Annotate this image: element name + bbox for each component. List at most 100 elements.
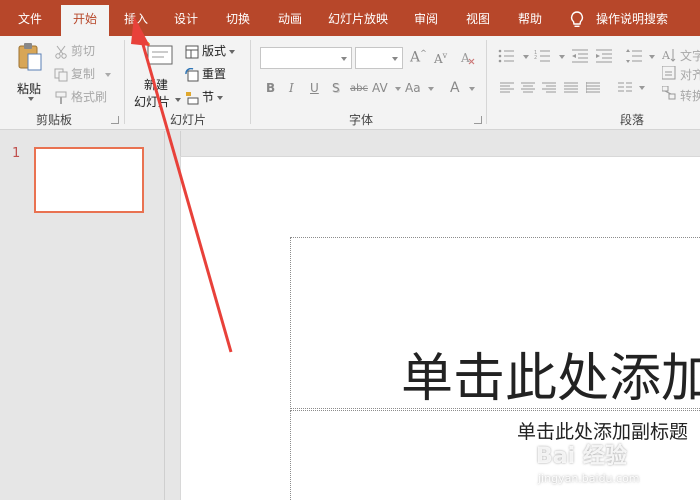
slide-thumbnail[interactable] — [34, 147, 144, 213]
font-name-dropdown-caret[interactable] — [341, 57, 347, 61]
reset-icon — [185, 67, 199, 81]
tab-insert[interactable]: 插入 — [114, 0, 158, 36]
watermark: Bai 经验 jingyan.baidu.com — [536, 438, 666, 494]
copy-label: 复制 — [71, 67, 96, 81]
distributed-icon[interactable] — [586, 82, 600, 94]
decrease-font-size-icon[interactable]: Av — [434, 51, 447, 66]
group-divider — [486, 40, 487, 124]
clear-formatting-icon[interactable]: A — [460, 50, 476, 66]
cut-button[interactable]: 剪切 — [54, 42, 95, 59]
align-left-icon[interactable] — [500, 82, 514, 94]
paste-dropdown-caret[interactable] — [28, 97, 34, 101]
tab-review[interactable]: 审阅 — [404, 0, 448, 36]
slide-number: 1 — [12, 146, 21, 161]
columns-dropdown-caret[interactable] — [639, 86, 645, 90]
copy-dropdown-caret[interactable] — [105, 72, 112, 77]
scissors-icon — [55, 45, 67, 59]
new-slide-dropdown-caret[interactable] — [175, 98, 181, 102]
tab-transitions[interactable]: 切换 — [216, 0, 260, 36]
paste-icon — [18, 43, 42, 71]
tab-slideshow[interactable]: 幻灯片放映 — [322, 0, 394, 36]
font-group-label: 字体 — [349, 113, 374, 127]
font-launcher[interactable] — [474, 116, 482, 124]
font-name-combo[interactable] — [260, 47, 352, 69]
convert-smartart-label[interactable]: 转换 — [680, 87, 700, 104]
copy-button[interactable]: 复制 — [54, 65, 112, 82]
lightbulb-icon[interactable] — [568, 10, 586, 30]
text-direction-label[interactable]: 文字 — [680, 47, 700, 64]
align-text-icon[interactable] — [662, 66, 676, 80]
svg-text:A: A — [662, 49, 671, 62]
character-spacing-button[interactable]: AV — [372, 81, 388, 95]
change-case-dropdown-caret[interactable] — [428, 87, 434, 91]
tell-me-search[interactable]: 操作说明搜索 — [596, 0, 668, 36]
ribbon: 粘贴 剪切 复制 格式刷 剪贴板 新建 幻灯片 版式 重置 节 幻灯片 A^ A… — [0, 36, 700, 130]
tab-design[interactable]: 设计 — [164, 0, 208, 36]
align-center-icon[interactable] — [521, 82, 535, 94]
tab-view[interactable]: 视图 — [456, 0, 500, 36]
svg-text:2: 2 — [534, 55, 537, 61]
change-case-button[interactable]: Aa — [405, 81, 421, 95]
new-slide-icon — [146, 42, 173, 65]
convert-smartart-icon[interactable] — [662, 86, 676, 100]
layout-label: 版式 — [202, 44, 227, 58]
numbering-dropdown-caret[interactable] — [559, 55, 565, 59]
group-divider — [250, 40, 251, 124]
text-direction-icon[interactable]: A — [662, 47, 676, 63]
format-painter-label: 格式刷 — [71, 90, 108, 104]
bold-button[interactable]: B — [266, 81, 275, 95]
clipboard-launcher[interactable] — [111, 116, 119, 124]
paragraph-group-label: 段落 — [620, 113, 645, 127]
paste-button[interactable]: 粘贴 — [12, 42, 46, 104]
justify-icon[interactable] — [564, 82, 578, 94]
slides-group-label: 幻灯片 — [170, 113, 207, 127]
underline-button[interactable]: U — [310, 81, 319, 95]
section-icon — [186, 91, 199, 104]
paintbrush-icon — [55, 91, 67, 104]
cut-label: 剪切 — [71, 44, 96, 58]
new-slide-button[interactable]: 新建 幻灯片 — [134, 42, 181, 109]
numbering-icon[interactable]: 12 — [534, 49, 554, 63]
layout-icon — [185, 45, 199, 58]
reset-button[interactable]: 重置 — [185, 65, 226, 82]
decrease-indent-icon[interactable] — [572, 49, 588, 63]
new-slide-label-line2: 幻灯片 — [134, 95, 171, 109]
watermark-brand: Bai 经验 — [536, 444, 627, 469]
layout-dropdown-caret[interactable] — [229, 49, 236, 54]
line-spacing-icon[interactable] — [626, 49, 642, 63]
columns-icon[interactable] — [618, 82, 632, 94]
tab-file[interactable]: 文件 — [8, 0, 52, 36]
increase-indent-icon[interactable] — [596, 49, 612, 63]
bullets-icon[interactable] — [498, 49, 518, 63]
font-size-dropdown-caret[interactable] — [392, 57, 398, 61]
title-placeholder-text: 单击此处添加 — [401, 349, 700, 409]
reset-label: 重置 — [202, 67, 227, 81]
section-dropdown-caret[interactable] — [217, 95, 224, 100]
clipboard-group-label: 剪贴板 — [36, 113, 73, 127]
italic-button[interactable]: I — [289, 81, 294, 95]
copy-icon — [54, 68, 68, 81]
pane-splitter[interactable] — [166, 131, 181, 500]
menu-bar: 文件 开始 插入 设计 切换 动画 幻灯片放映 审阅 视图 帮助 操作说明搜索 — [0, 0, 700, 36]
section-label: 节 — [202, 90, 215, 104]
character-spacing-dropdown-caret[interactable] — [395, 87, 401, 91]
format-painter-button[interactable]: 格式刷 — [54, 88, 107, 105]
text-shadow-button[interactable]: S — [332, 81, 340, 95]
align-right-icon[interactable] — [542, 82, 556, 94]
increase-font-size-icon[interactable]: A^ — [410, 49, 427, 66]
tab-help[interactable]: 帮助 — [508, 0, 552, 36]
font-color-button[interactable]: A — [450, 80, 460, 96]
svg-text:A: A — [460, 51, 470, 65]
section-button[interactable]: 节 — [185, 88, 224, 105]
title-placeholder[interactable]: 单击此处添加 — [290, 237, 700, 409]
line-spacing-dropdown-caret[interactable] — [649, 55, 655, 59]
tab-animations[interactable]: 动画 — [268, 0, 312, 36]
layout-button[interactable]: 版式 — [185, 42, 236, 59]
tab-home[interactable]: 开始 — [61, 5, 109, 36]
paste-label: 粘贴 — [17, 82, 42, 96]
align-text-label[interactable]: 对齐 — [680, 66, 700, 83]
bullets-dropdown-caret[interactable] — [523, 55, 529, 59]
strikethrough-button[interactable]: abc — [350, 83, 368, 94]
font-size-combo[interactable] — [355, 47, 403, 69]
font-color-dropdown-caret[interactable] — [469, 87, 475, 91]
